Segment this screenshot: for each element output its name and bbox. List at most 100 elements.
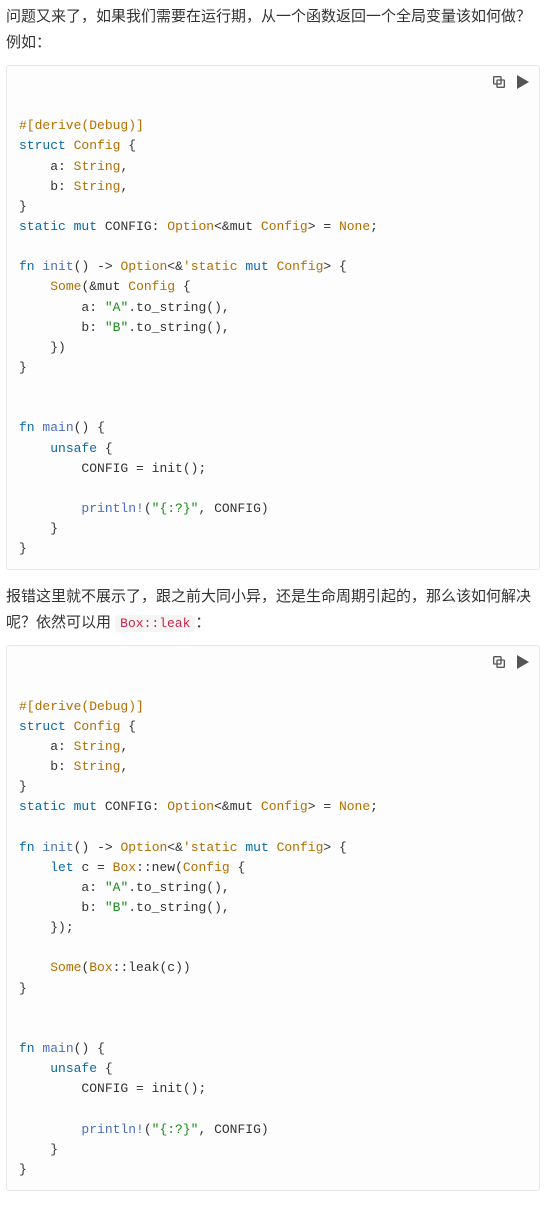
tok-brace: {	[89, 1041, 105, 1056]
tok-fmt: "{:?}"	[152, 1122, 199, 1137]
tok-ampmut: &mut	[89, 279, 128, 294]
tok-some: Some	[50, 279, 81, 294]
tok-lifetime: 'static	[183, 840, 238, 855]
tok-lp: (	[144, 1122, 152, 1137]
tok-lt: <	[214, 799, 222, 814]
tok-config: Config	[128, 279, 175, 294]
tok-colon: :	[58, 179, 74, 194]
tok-init: init	[42, 840, 73, 855]
inline-code-box-leak: Box::leak	[115, 615, 195, 632]
tok-b: b	[50, 179, 58, 194]
tok-fn: fn	[19, 420, 35, 435]
tok-gt: >	[308, 799, 316, 814]
code-toolbar	[491, 654, 529, 670]
tok-comma: ,	[222, 900, 230, 915]
tok-struct: struct	[19, 719, 66, 734]
tok-ampmut: &mut	[222, 799, 261, 814]
tok-config-const: CONFIG	[105, 799, 152, 814]
tok-a: a	[50, 739, 58, 754]
tok-config: Config	[183, 860, 230, 875]
tok-colon: :	[58, 759, 74, 774]
tok-main: main	[42, 1041, 73, 1056]
tok-amp: &	[175, 259, 183, 274]
tok-string: String	[74, 739, 121, 754]
tok-a: a	[50, 159, 58, 174]
tok-colon: :	[152, 799, 168, 814]
tok-lp: (	[74, 1041, 82, 1056]
tok-rp: )	[81, 1041, 89, 1056]
tok-derive: #[derive(Debug)]	[19, 699, 144, 714]
tok-tostring: .to_string()	[128, 320, 222, 335]
tok-brace: }	[50, 521, 58, 536]
tok-lifetime: 'static	[183, 259, 238, 274]
tok-str-a: "A"	[105, 880, 128, 895]
tok-comma: ,	[120, 739, 128, 754]
tok-eq: =	[316, 219, 339, 234]
tok-arrow: ->	[89, 840, 120, 855]
tok-sep: ,	[198, 501, 214, 516]
tok-string: String	[74, 159, 121, 174]
para2-text-b: ：	[195, 614, 210, 631]
tok-config: Config	[277, 259, 324, 274]
tok-lp: (	[144, 501, 152, 516]
tok-brace: }	[19, 199, 27, 214]
tok-str-a: "A"	[105, 300, 128, 315]
tok-brace: {	[331, 259, 347, 274]
tok-colon: :	[89, 300, 105, 315]
tok-string: String	[74, 759, 121, 774]
tok-lt: <	[214, 219, 222, 234]
tok-close: })	[50, 340, 66, 355]
tok-colon: :	[152, 219, 168, 234]
code-toolbar	[491, 74, 529, 90]
copy-icon[interactable]	[491, 74, 507, 90]
tok-mut: mut	[74, 219, 97, 234]
tok-static: static	[19, 219, 66, 234]
tok-str-b: "B"	[105, 320, 128, 335]
tok-none: None	[339, 799, 370, 814]
run-icon[interactable]	[517, 655, 529, 669]
tok-option: Option	[167, 219, 214, 234]
tok-brace: }	[19, 541, 27, 556]
tok-println: println!	[81, 1122, 143, 1137]
para2-text-a: 报错这里就不展示了，跟之前大同小异，还是生命周期引起的，那么该如何解决呢？依然可…	[6, 588, 531, 631]
tok-amp: &	[175, 840, 183, 855]
tok-struct: struct	[19, 138, 66, 153]
tok-semi: ;	[370, 799, 378, 814]
tok-config: Config	[261, 799, 308, 814]
tok-rp: )	[261, 1122, 269, 1137]
tok-option: Option	[120, 259, 167, 274]
tok-lt: <	[167, 259, 175, 274]
tok-option: Option	[167, 799, 214, 814]
tok-comma: ,	[120, 159, 128, 174]
tok-c: c	[167, 960, 175, 975]
tok-rp: )	[183, 960, 191, 975]
tok-leak: ::leak(	[113, 960, 168, 975]
tok-fn: fn	[19, 840, 35, 855]
tok-gt: >	[308, 219, 316, 234]
tok-fn: fn	[19, 259, 35, 274]
tok-fn: fn	[19, 1041, 35, 1056]
tok-colon: :	[89, 900, 105, 915]
copy-icon[interactable]	[491, 654, 507, 670]
code-block-1: #[derive(Debug)] struct Config { a: Stri…	[6, 65, 540, 570]
tok-lt: <	[167, 840, 175, 855]
tok-config-const: CONFIG	[81, 461, 128, 476]
tok-rp: )	[175, 960, 183, 975]
tok-config: Config	[74, 138, 121, 153]
tok-str-b: "B"	[105, 900, 128, 915]
tok-static: static	[19, 799, 66, 814]
tok-comma: ,	[222, 880, 230, 895]
tok-box: Box	[113, 860, 136, 875]
tok-string: String	[74, 179, 121, 194]
tok-brace: }	[19, 360, 27, 375]
tok-some: Some	[50, 960, 81, 975]
paragraph-1: 问题又来了，如果我们需要在运行期，从一个函数返回一个全局变量该如何做？例如：	[0, 4, 546, 55]
tok-none: None	[339, 219, 370, 234]
tok-unsafe: unsafe	[50, 441, 97, 456]
run-icon[interactable]	[517, 75, 529, 89]
tok-semi: ;	[370, 219, 378, 234]
tok-config-const: CONFIG	[105, 219, 152, 234]
tok-semi: ;	[66, 920, 74, 935]
tok-config: Config	[261, 219, 308, 234]
tok-let: let	[50, 860, 73, 875]
